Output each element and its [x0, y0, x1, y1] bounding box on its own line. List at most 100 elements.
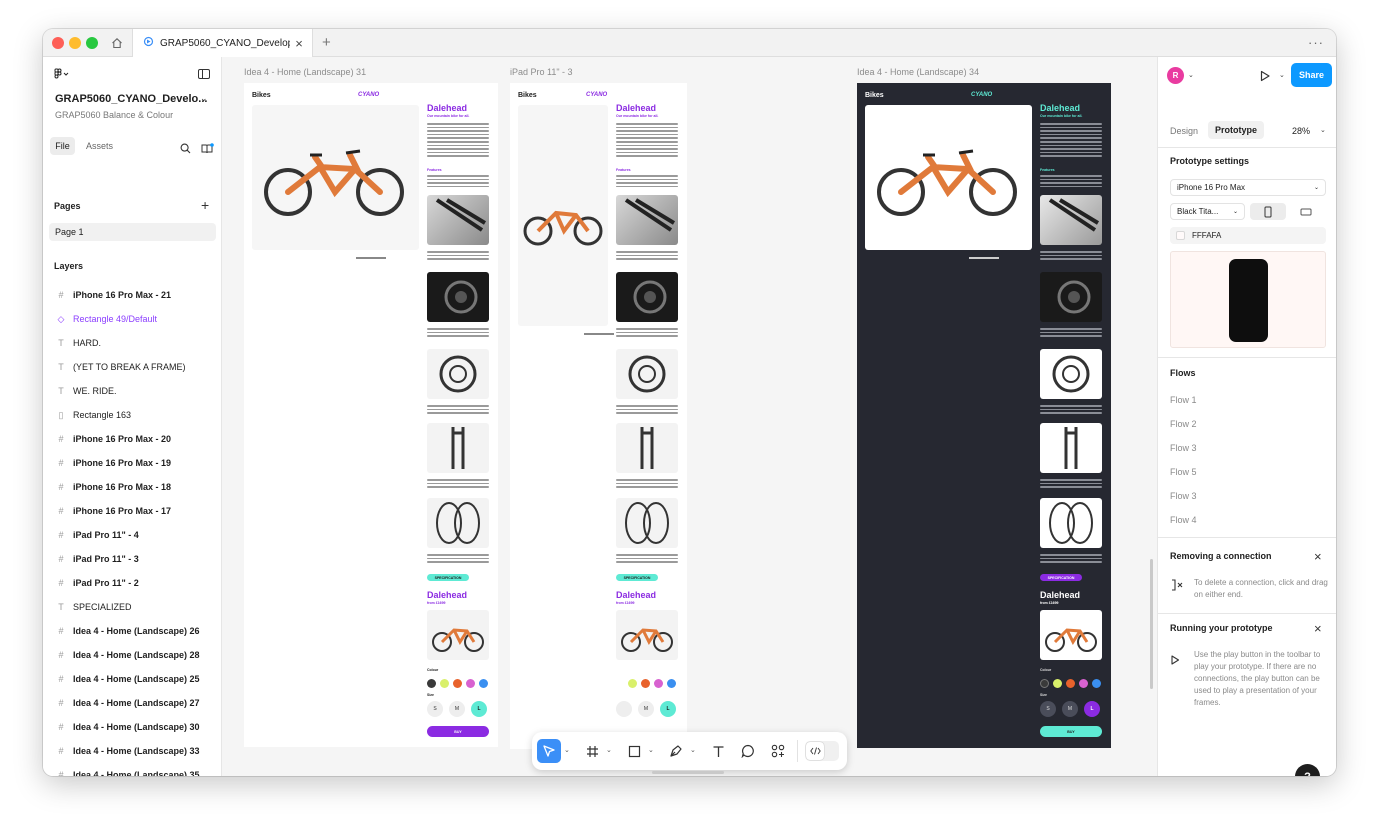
layer-row[interactable]: ◇ Rectangle 49/Default	[43, 307, 221, 331]
close-icon[interactable]: ×	[1314, 621, 1322, 636]
layer-row[interactable]: T (YET TO BREAK A FRAME)	[43, 355, 221, 379]
actions-tool-icon[interactable]	[768, 739, 788, 763]
colour-swatch[interactable]	[641, 679, 650, 688]
size-l-button[interactable]: L	[1084, 701, 1100, 717]
flow-item[interactable]: Flow 1	[1170, 395, 1197, 405]
chevron-down-icon[interactable]: ⌄	[1188, 71, 1194, 79]
layer-row[interactable]: ▯ Rectangle 163	[43, 403, 221, 427]
search-icon[interactable]	[180, 141, 191, 159]
flow-item[interactable]: Flow 4	[1170, 515, 1197, 525]
size-s-button[interactable]: S	[1040, 701, 1056, 717]
chevron-down-icon[interactable]: ⌄	[690, 746, 696, 754]
frame-label[interactable]: iPad Pro 11" - 3	[510, 67, 573, 77]
pen-tool-icon[interactable]	[666, 739, 686, 763]
more-menu-icon[interactable]: ···	[1308, 35, 1324, 50]
layer-row[interactable]: # iPhone 16 Pro Max - 18	[43, 475, 221, 499]
page-item[interactable]: Page 1	[49, 223, 216, 241]
frame-ipad-pro-3[interactable]: Bikes CYANO Dalehead Our mountain bike f…	[510, 83, 687, 749]
close-icon[interactable]: ×	[1314, 549, 1322, 564]
avatar[interactable]: R	[1167, 67, 1184, 84]
dev-mode-toggle[interactable]	[805, 741, 839, 761]
sidebar-toggle-icon[interactable]	[198, 69, 210, 79]
colour-swatch[interactable]	[466, 679, 475, 688]
layer-row[interactable]: # Idea 4 - Home (Landscape) 30	[43, 715, 221, 739]
frame-tool-icon[interactable]	[582, 739, 602, 763]
text-tool-icon[interactable]	[708, 739, 728, 763]
layer-row[interactable]: T WE. RIDE.	[43, 379, 221, 403]
close-window-button[interactable]	[52, 37, 64, 49]
rectangle-tool-icon[interactable]	[624, 739, 644, 763]
figma-menu-icon[interactable]	[54, 68, 70, 83]
layer-row[interactable]: T SPECIALIZED	[43, 595, 221, 619]
specification-button[interactable]: SPECIFICATION	[427, 574, 469, 581]
size-s-button[interactable]	[616, 701, 632, 717]
flow-item[interactable]: Flow 5	[1170, 467, 1197, 477]
frame-label[interactable]: Idea 4 - Home (Landscape) 31	[244, 67, 366, 77]
move-tool-icon[interactable]	[537, 739, 561, 763]
device-select[interactable]: iPhone 16 Pro Max ⌄	[1170, 179, 1326, 196]
frame-landscape-34[interactable]: Bikes CYANO Dalehead Our mountain bike f…	[857, 83, 1111, 748]
buy-button[interactable]: BUY	[427, 726, 489, 737]
color-swatch[interactable]	[1176, 231, 1185, 240]
size-l-button[interactable]: L	[660, 701, 676, 717]
zoom-level[interactable]: 28%	[1292, 126, 1310, 136]
layer-row[interactable]: # iPad Pro 11" - 2	[43, 571, 221, 595]
share-button[interactable]: Share	[1291, 63, 1332, 87]
add-page-icon[interactable]: +	[201, 197, 209, 213]
chevron-down-icon[interactable]: ⌄	[200, 93, 208, 104]
new-tab-button[interactable]: +	[322, 34, 331, 51]
play-icon[interactable]	[1259, 69, 1271, 87]
layer-row[interactable]: # Idea 4 - Home (Landscape) 28	[43, 643, 221, 667]
layer-row[interactable]: # Idea 4 - Home (Landscape) 27	[43, 691, 221, 715]
canvas[interactable]: Idea 4 - Home (Landscape) 31 iPad Pro 11…	[222, 57, 1157, 776]
colour-swatch[interactable]	[440, 679, 449, 688]
flow-item[interactable]: Flow 2	[1170, 419, 1197, 429]
layer-row[interactable]: # iPhone 16 Pro Max - 21	[43, 283, 221, 307]
tab-assets[interactable]: Assets	[86, 141, 113, 151]
device-color-select[interactable]: Black Tita... ⌄	[1170, 203, 1245, 220]
frame-label[interactable]: Idea 4 - Home (Landscape) 34	[857, 67, 979, 77]
library-icon[interactable]	[201, 141, 214, 159]
layer-row[interactable]: # iPad Pro 11" - 3	[43, 547, 221, 571]
size-m-button[interactable]: M	[449, 701, 465, 717]
layer-row[interactable]: # iPhone 16 Pro Max - 20	[43, 427, 221, 451]
tab-file[interactable]: File	[50, 137, 75, 155]
colour-swatch[interactable]	[427, 679, 436, 688]
background-hex[interactable]: FFFAFA	[1192, 231, 1221, 240]
tab-design[interactable]: Design	[1170, 126, 1198, 136]
maximize-window-button[interactable]	[86, 37, 98, 49]
chevron-down-icon[interactable]: ⌄	[564, 746, 570, 754]
portrait-orientation-icon[interactable]	[1250, 203, 1286, 220]
document-tab[interactable]: GRAP5060_CYANO_Developme ×	[132, 29, 313, 57]
flow-item[interactable]: Flow 3	[1170, 443, 1197, 453]
background-color-field[interactable]: FFFAFA	[1170, 227, 1326, 244]
layer-row[interactable]: T HARD.	[43, 331, 221, 355]
layer-row[interactable]: # Idea 4 - Home (Landscape) 26	[43, 619, 221, 643]
frame-landscape-31[interactable]: Bikes CYANO Dalehead Our mountain bike f…	[244, 83, 498, 747]
colour-swatch[interactable]	[1040, 679, 1049, 688]
colour-swatch[interactable]	[1092, 679, 1101, 688]
colour-swatch[interactable]	[1053, 679, 1062, 688]
layer-row[interactable]: # Idea 4 - Home (Landscape) 33	[43, 739, 221, 763]
home-icon[interactable]	[106, 33, 128, 53]
colour-swatch[interactable]	[1079, 679, 1088, 688]
vertical-scrollbar[interactable]	[1150, 559, 1153, 689]
size-l-button[interactable]: L	[471, 701, 487, 717]
minimize-window-button[interactable]	[69, 37, 81, 49]
chevron-down-icon[interactable]: ⌄	[648, 746, 654, 754]
landscape-orientation-icon[interactable]	[1288, 203, 1324, 220]
colour-swatch[interactable]	[628, 679, 637, 688]
flow-item[interactable]: Flow 3	[1170, 491, 1197, 501]
specification-button[interactable]: SPECIFICATION	[1040, 574, 1082, 581]
layer-row[interactable]: # iPhone 16 Pro Max - 17	[43, 499, 221, 523]
size-m-button[interactable]: M	[638, 701, 654, 717]
size-s-button[interactable]: S	[427, 701, 443, 717]
help-button[interactable]: ?	[1295, 764, 1320, 776]
colour-swatch[interactable]	[1066, 679, 1075, 688]
layer-row[interactable]: # Idea 4 - Home (Landscape) 35	[43, 763, 221, 776]
size-m-button[interactable]: M	[1062, 701, 1078, 717]
chevron-down-icon[interactable]: ⌄	[1320, 126, 1326, 134]
chevron-down-icon[interactable]: ⌄	[1279, 71, 1285, 79]
layer-row[interactable]: # iPad Pro 11" - 4	[43, 523, 221, 547]
chevron-down-icon[interactable]: ⌄	[606, 746, 612, 754]
